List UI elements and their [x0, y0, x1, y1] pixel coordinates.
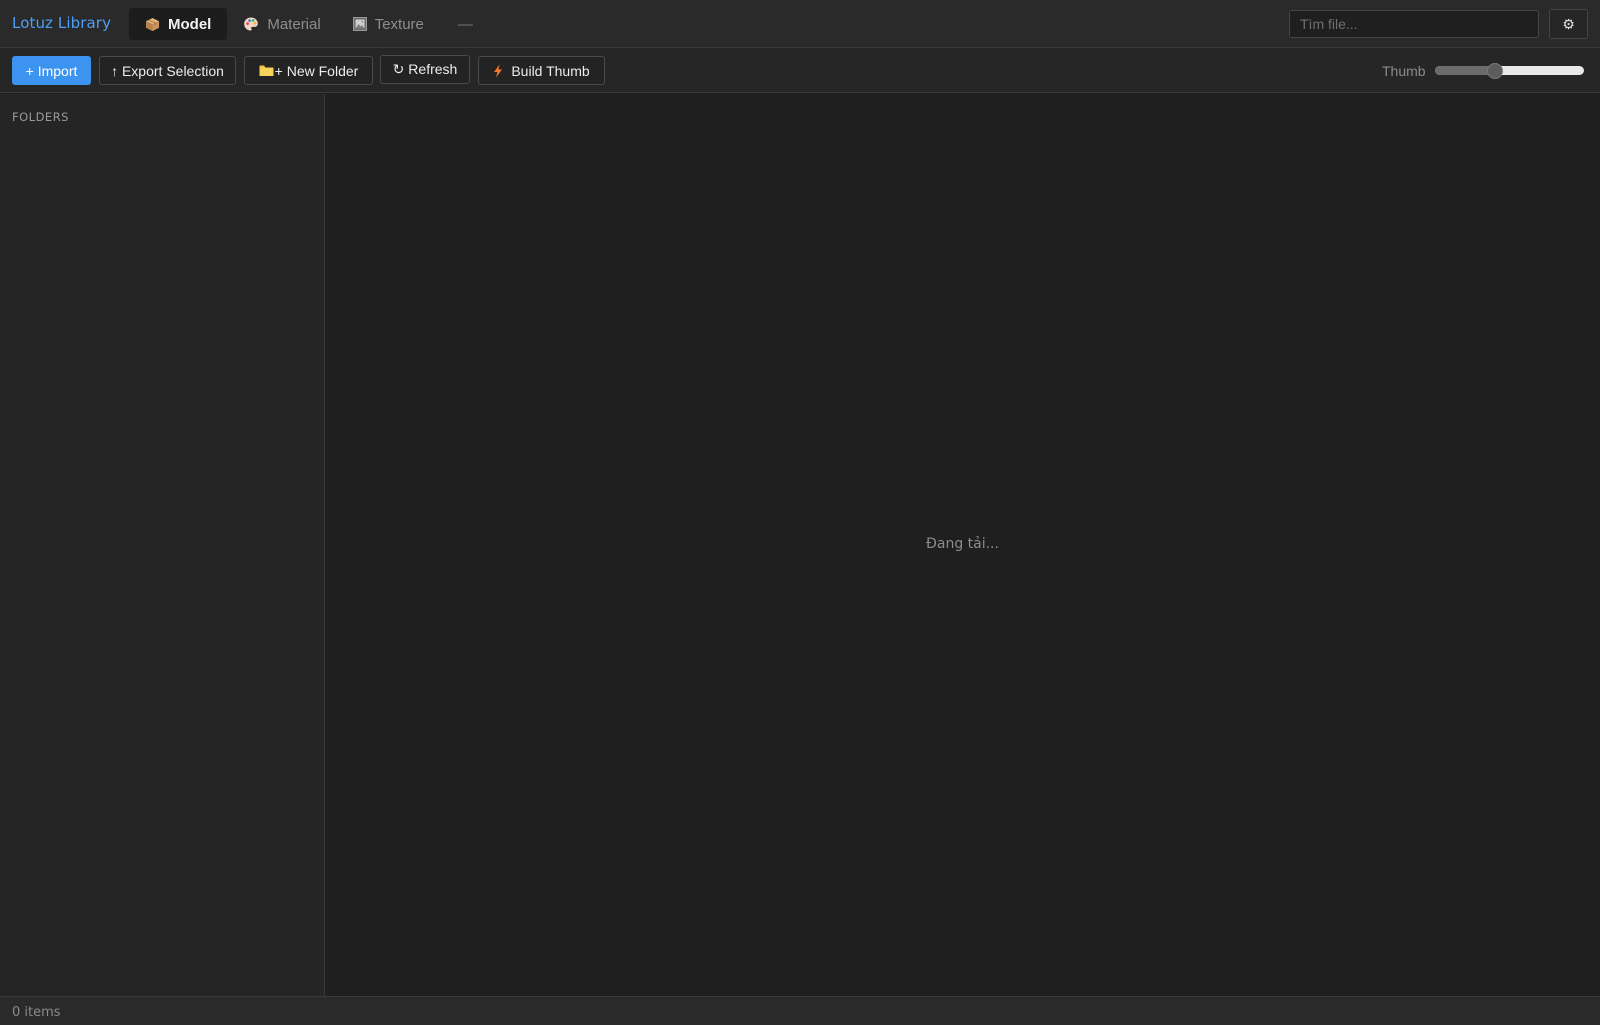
slider-track — [1435, 66, 1584, 75]
build-thumb-button[interactable]: Build Thumb — [478, 56, 605, 85]
export-selection-button[interactable]: ↑ Export Selection — [99, 56, 236, 85]
tab-more[interactable]: — — [440, 8, 491, 40]
app-title: Lotuz Library — [12, 14, 112, 32]
tab-bar: Model Material Texture — — [129, 8, 491, 40]
slider-handle[interactable] — [1486, 63, 1503, 79]
search-input[interactable] — [1289, 10, 1539, 38]
tab-material-label: Material — [267, 15, 321, 33]
refresh-button[interactable]: ↻ Refresh — [380, 55, 470, 84]
import-button[interactable]: + Import — [12, 56, 91, 85]
tab-material[interactable]: Material — [227, 8, 336, 40]
app-window: Lotuz Library Model Material Texture — T… — [0, 0, 1600, 1025]
item-count: 0 items — [12, 1005, 61, 1020]
slider-fill — [1435, 66, 1495, 75]
settings-button[interactable]: ⚙ — [1549, 9, 1588, 39]
gear-icon: ⚙ — [1562, 15, 1575, 32]
tab-more-label: — — [457, 15, 473, 33]
loading-message: Đang tải... — [926, 536, 999, 552]
folder-sidebar: FOLDERS — [0, 94, 325, 996]
thumb-size-slider[interactable] — [1435, 63, 1584, 79]
new-folder-button[interactable]: + New Folder — [244, 56, 373, 85]
tab-texture[interactable]: Texture — [337, 8, 440, 40]
folder-icon — [259, 64, 274, 77]
tab-model[interactable]: Model — [129, 8, 228, 40]
top-bar: Lotuz Library Model Material Texture — T… — [0, 0, 1600, 48]
content-area: Đang tải... — [325, 94, 1600, 996]
palette-icon — [243, 16, 259, 32]
status-bar: 0 items — [0, 996, 1600, 1025]
lightning-icon — [493, 64, 503, 78]
tab-texture-label: Texture — [374, 15, 424, 33]
export-selection-label: ↑ Export Selection — [111, 62, 224, 79]
import-button-label: + Import — [25, 62, 78, 79]
package-icon — [145, 17, 160, 32]
tab-model-label: Model — [168, 15, 212, 33]
refresh-label: ↻ Refresh — [392, 61, 458, 77]
picture-frame-icon — [352, 17, 367, 31]
thumb-size-label: Thumb — [1382, 63, 1426, 79]
new-folder-label: + New Folder — [274, 62, 359, 79]
folders-heading: FOLDERS — [12, 110, 69, 124]
toolbar: + Import ↑ Export Selection + New Folder… — [0, 48, 1600, 93]
build-thumb-label: Build Thumb — [511, 62, 590, 79]
